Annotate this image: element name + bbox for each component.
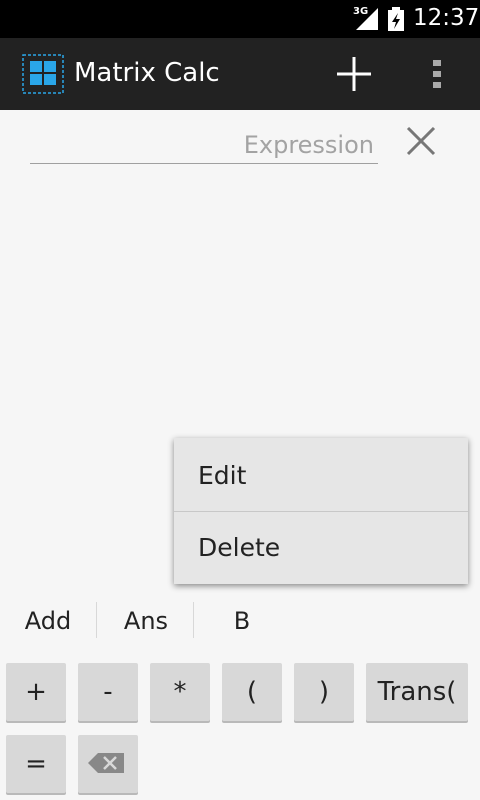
- variable-ans[interactable]: Ans: [106, 602, 186, 640]
- variable-divider: [96, 602, 97, 638]
- app-title: Matrix Calc: [74, 58, 220, 88]
- plus-icon: [337, 57, 371, 91]
- variable-add[interactable]: Add: [8, 602, 88, 640]
- close-icon: [406, 126, 436, 156]
- overflow-menu-button[interactable]: [420, 48, 456, 100]
- app-logo-icon: [22, 54, 64, 94]
- action-bar: Matrix Calc: [0, 38, 480, 110]
- key-open-paren[interactable]: (: [222, 663, 282, 721]
- key-backspace[interactable]: [78, 735, 138, 793]
- expression-input[interactable]: [30, 126, 378, 164]
- menu-item-edit[interactable]: Edit: [174, 440, 468, 512]
- key-multiply[interactable]: *: [150, 663, 210, 721]
- add-button[interactable]: [328, 48, 380, 100]
- clock: 12:37: [413, 5, 480, 31]
- backspace-icon: [88, 753, 124, 773]
- key-close-paren[interactable]: ): [294, 663, 354, 721]
- clear-expression-button[interactable]: [398, 118, 444, 164]
- context-menu: Edit Delete: [174, 438, 468, 584]
- key-equals[interactable]: =: [6, 735, 66, 793]
- key-transpose[interactable]: Trans(: [366, 663, 468, 721]
- variable-b[interactable]: B: [202, 602, 282, 640]
- variable-divider: [193, 602, 194, 638]
- more-vert-icon: [433, 60, 441, 88]
- status-bar: 3G 12:37: [0, 0, 480, 38]
- key-minus[interactable]: -: [78, 663, 138, 721]
- battery-icon: [388, 7, 404, 31]
- menu-item-delete[interactable]: Delete: [174, 512, 468, 584]
- key-plus[interactable]: +: [6, 663, 66, 721]
- signal-icon: [356, 8, 378, 30]
